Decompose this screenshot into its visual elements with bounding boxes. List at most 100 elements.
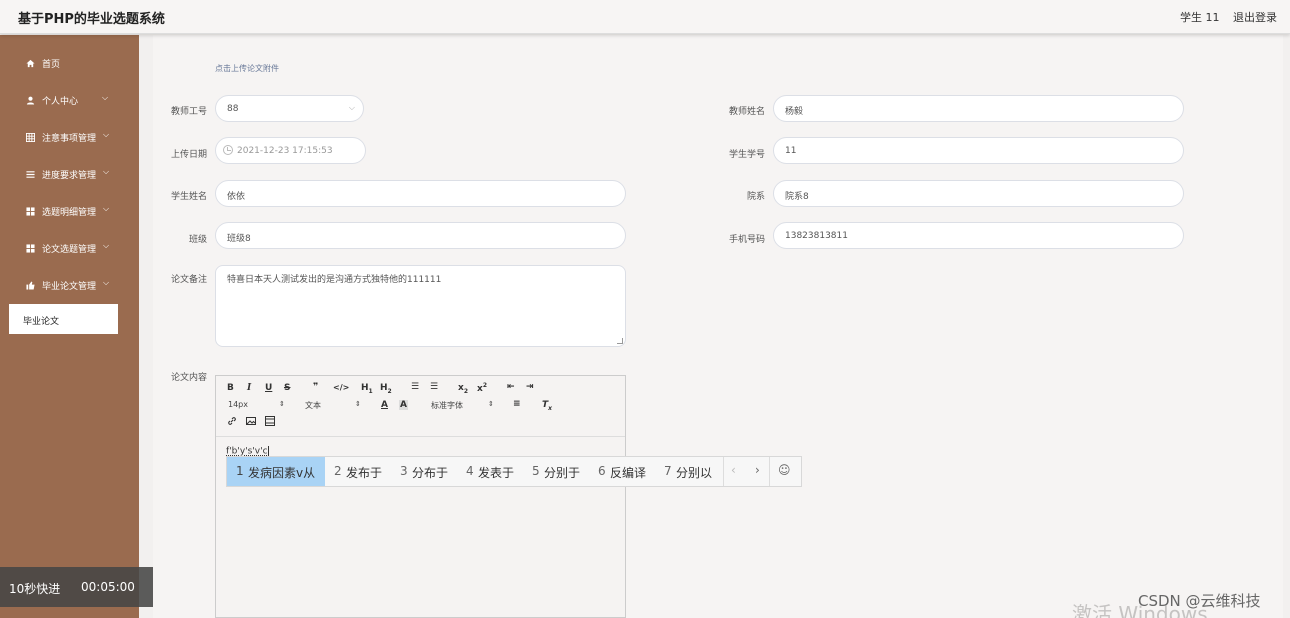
ime-candidate-2[interactable]: 2 发布于 <box>325 457 391 486</box>
dept-value: 院系8 <box>785 192 809 202</box>
upload-date-label: 上传日期 <box>170 150 207 160</box>
strike-icon[interactable]: S <box>284 383 290 393</box>
chevron-down-icon: ⌵ <box>102 93 109 102</box>
outdent-icon[interactable]: ⇤ <box>507 382 515 392</box>
font-family-value: 标准字体 <box>431 401 463 410</box>
ime-candidate-4[interactable]: 4 发表于 <box>457 457 523 486</box>
candidate-text: 分布于 <box>412 466 449 480</box>
logout-link[interactable]: 退出登录 <box>1233 9 1277 25</box>
blockquote-icon[interactable]: ❞ <box>313 382 318 392</box>
chevron-down-icon: ⌵ <box>348 103 355 112</box>
student-name-value: 依依 <box>227 192 246 202</box>
text-style-select[interactable]: 文本 ⇕ <box>305 400 365 411</box>
heading-2-icon[interactable]: H2 <box>380 383 392 395</box>
ime-candidate-5[interactable]: 5 分别于 <box>523 457 589 486</box>
sidebar-item-personal-center[interactable]: 个人中心 ⌵ <box>0 88 139 112</box>
indent-icon[interactable]: ⇥ <box>526 382 534 392</box>
text-caret <box>267 446 269 456</box>
editor-text: f'b'y's'v'c <box>226 446 268 457</box>
sidebar-item-thesis[interactable]: 毕业论文管理 ⌵ <box>0 273 139 297</box>
sidebar-item-label: 注意事项管理 <box>42 134 97 144</box>
candidate-number: 7 <box>664 464 672 478</box>
upload-date-picker[interactable]: 2021-12-23 17:15:53 <box>215 137 366 164</box>
student-name-label: 学生姓名 <box>170 192 207 202</box>
sidebar-item-home[interactable]: 首页 <box>0 51 139 75</box>
align-icon[interactable]: ≡ <box>513 399 521 409</box>
ime-candidate-7[interactable]: 7 分别以 <box>655 457 723 486</box>
top-header: 基于PHP的毕业选题系统 学生 11 退出登录 <box>0 0 1290 34</box>
video-time: 00:05:00 <box>81 580 135 594</box>
chevron-left-icon[interactable]: ‹ <box>731 463 736 477</box>
bullet-list-icon[interactable]: ☰ <box>430 382 438 392</box>
fast-forward-button[interactable]: 10秒快进 <box>9 580 60 597</box>
candidate-number: 2 <box>334 464 342 478</box>
ime-candidate-1[interactable]: 1 发病因素v从 <box>227 457 325 486</box>
heading-1-icon[interactable]: H1 <box>361 383 373 395</box>
editor-toolbar: B I U S ❞ </> H1 H2 ☰ ☰ x2 x2 ⇤ ⇥ 14px ⇕… <box>216 376 625 437</box>
italic-icon[interactable]: I <box>247 383 251 393</box>
ime-divider <box>769 457 770 486</box>
class-label: 班级 <box>188 235 207 245</box>
sidebar-item-topic-detail[interactable]: 选题明细管理 ⌵ <box>0 199 139 223</box>
candidate-number: 4 <box>466 464 474 478</box>
font-family-select[interactable]: 标准字体 ⇕ <box>431 400 496 411</box>
emoji-icon[interactable]: ☺ <box>778 463 791 477</box>
sidebar-item-notices[interactable]: 注意事项管理 ⌵ <box>0 125 139 149</box>
font-color-icon[interactable]: A <box>381 400 388 410</box>
code-icon[interactable]: </> <box>333 383 349 392</box>
font-size-value: 14px <box>228 400 248 409</box>
ordered-list-icon[interactable]: ☰ <box>411 382 419 392</box>
student-id-field[interactable]: 11 <box>773 137 1184 164</box>
chevron-down-icon: ⌵ <box>103 167 110 176</box>
class-field[interactable]: 班级8 <box>215 222 626 249</box>
text-style-value: 文本 <box>305 401 321 410</box>
superscript-icon[interactable]: x2 <box>477 382 487 394</box>
video-icon[interactable] <box>265 416 275 429</box>
select-arrows-icon: ⇕ <box>488 400 494 408</box>
teacher-name-value: 杨毅 <box>785 107 804 117</box>
sidebar-item-progress[interactable]: 进度要求管理 ⌵ <box>0 162 139 186</box>
teacher-id-select[interactable]: 88 ⌵ <box>215 95 364 122</box>
candidate-text: 发表于 <box>478 466 515 480</box>
image-icon[interactable] <box>246 416 256 429</box>
teacher-id-value: 88 <box>227 104 239 114</box>
clear-format-icon[interactable]: Tx <box>542 400 552 412</box>
subscript-icon[interactable]: x2 <box>458 383 468 395</box>
upload-thesis-link[interactable]: 点击上传论文附件 <box>215 63 279 74</box>
candidate-number: 1 <box>236 464 244 478</box>
underline-icon[interactable]: U <box>265 383 272 393</box>
sidebar-subitem-label: 毕业论文 <box>23 317 60 327</box>
sidebar-item-topic-selection[interactable]: 论文选题管理 ⌵ <box>0 236 139 260</box>
editor-content[interactable]: f'b'y's'v'c <box>226 446 269 457</box>
resize-handle-icon[interactable] <box>617 338 623 344</box>
link-icon[interactable] <box>227 416 237 429</box>
ime-candidate-bar: 1 发病因素v从 2 发布于 3 分布于 4 发表于 5 分别于 6 反编译 7… <box>226 456 802 487</box>
table-icon <box>25 132 35 142</box>
dept-field[interactable]: 院系8 <box>773 180 1184 207</box>
chevron-right-icon[interactable]: › <box>755 463 760 477</box>
sidebar-subitem-thesis[interactable]: 毕业论文 <box>9 304 118 334</box>
bold-icon[interactable]: B <box>227 383 234 393</box>
font-size-select[interactable]: 14px ⇕ <box>228 400 288 409</box>
sidebar-item-label: 选题明细管理 <box>42 208 97 218</box>
select-arrows-icon: ⇕ <box>279 400 285 408</box>
teacher-name-field[interactable]: 杨毅 <box>773 95 1184 122</box>
ime-candidate-3[interactable]: 3 分布于 <box>391 457 457 486</box>
candidate-number: 6 <box>598 464 606 478</box>
rich-text-editor[interactable]: B I U S ❞ </> H1 H2 ☰ ☰ x2 x2 ⇤ ⇥ 14px ⇕… <box>215 375 626 618</box>
candidate-number: 5 <box>532 464 540 478</box>
student-name-field[interactable]: 依依 <box>215 180 626 207</box>
upload-date-value: 2021-12-23 17:15:53 <box>237 146 333 156</box>
grid-icon <box>25 243 35 253</box>
list-icon <box>25 169 35 179</box>
background-color-icon[interactable]: A <box>399 400 408 410</box>
select-arrows-icon: ⇕ <box>355 400 361 408</box>
ime-candidate-6[interactable]: 6 反编译 <box>589 457 655 486</box>
ime-divider <box>723 457 724 486</box>
sidebar-item-label: 毕业论文管理 <box>42 282 97 292</box>
remark-textarea[interactable]: 特喜日本天人测试发出的是沟通方式独特他的111111 <box>215 265 626 347</box>
chevron-down-icon: ⌵ <box>103 204 110 213</box>
phone-field[interactable]: 13823813811 <box>773 222 1184 249</box>
teacher-name-label: 教师姓名 <box>728 107 765 117</box>
student-id-label: 学生学号 <box>728 150 765 160</box>
